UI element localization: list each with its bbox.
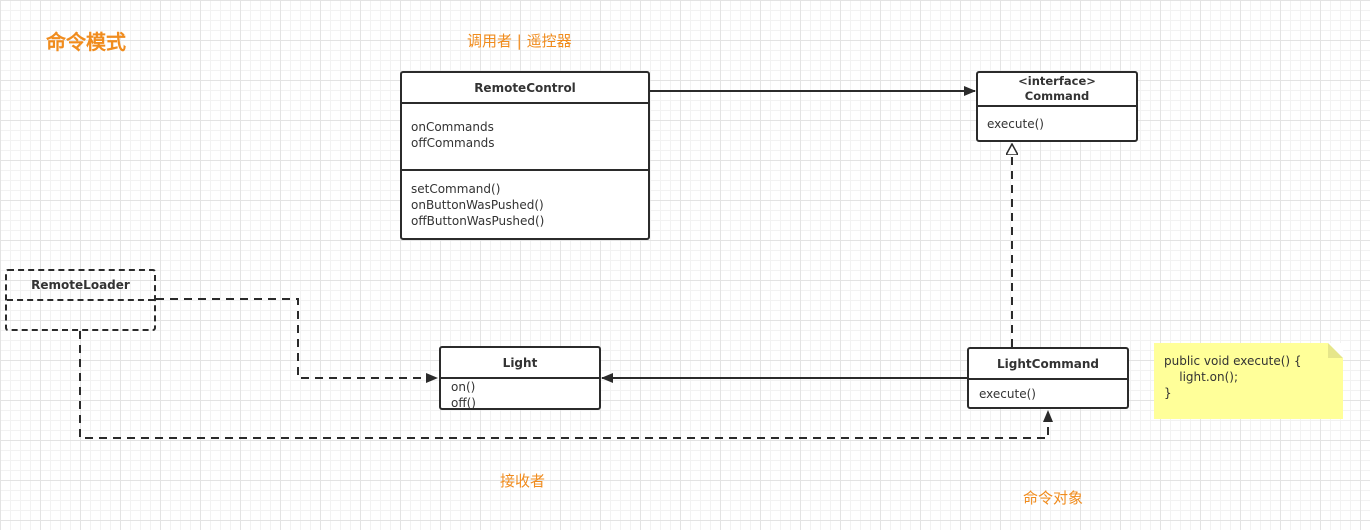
remote-loader-class-name: RemoteLoader (7, 271, 154, 301)
command-interface-header: <interface> Command (978, 73, 1136, 107)
field-item: offCommands (411, 136, 495, 150)
note-line: public void execute() { (1164, 354, 1302, 368)
field-item: onCommands (411, 120, 494, 134)
note-line: light.on(); (1164, 370, 1239, 384)
invoker-label: 调用者 | 遥控器 (467, 32, 572, 50)
command-object-label: 命令对象 (1023, 489, 1084, 507)
interface-stereotype: <interface> (1018, 74, 1096, 88)
diagram-title: 命令模式 (46, 30, 126, 54)
note-line: } (1164, 386, 1172, 400)
method-item: on() (451, 380, 476, 394)
receiver-label: 接收者 (500, 472, 546, 490)
method-item: onButtonWasPushed() (411, 198, 544, 212)
light-class-name: Light (441, 348, 599, 379)
command-interface-name: Command (1024, 89, 1090, 103)
remote-loader-to-light-arrow (156, 298, 438, 383)
method-item: setCommand() (411, 182, 501, 196)
method-item: execute() (979, 387, 1036, 401)
remote-control-class-name: RemoteControl (402, 73, 648, 104)
remote-control-class[interactable]: RemoteControl onCommands offCommands set… (400, 71, 650, 240)
method-item: execute() (987, 117, 1044, 131)
code-note[interactable]: public void execute() { light.on(); } (1154, 343, 1343, 419)
light-command-class[interactable]: LightCommand execute() (967, 347, 1129, 409)
light-class[interactable]: Light on() off() (439, 346, 601, 410)
connectors-layer (79, 86, 1053, 439)
light-methods: on() off() (441, 379, 599, 411)
remote-control-methods: setCommand() onButtonWasPushed() offButt… (402, 171, 648, 229)
command-interface-class[interactable]: <interface> Command execute() (976, 71, 1138, 142)
method-item: off() (451, 396, 476, 410)
light-command-methods: execute() (969, 380, 1127, 402)
method-item: offButtonWasPushed() (411, 214, 545, 228)
note-fold-corner (1328, 343, 1343, 358)
remote-control-fields: onCommands offCommands (402, 104, 648, 171)
light-command-class-name: LightCommand (969, 349, 1127, 380)
remote-loader-class[interactable]: RemoteLoader (5, 269, 156, 331)
command-interface-methods: execute() (978, 107, 1136, 132)
